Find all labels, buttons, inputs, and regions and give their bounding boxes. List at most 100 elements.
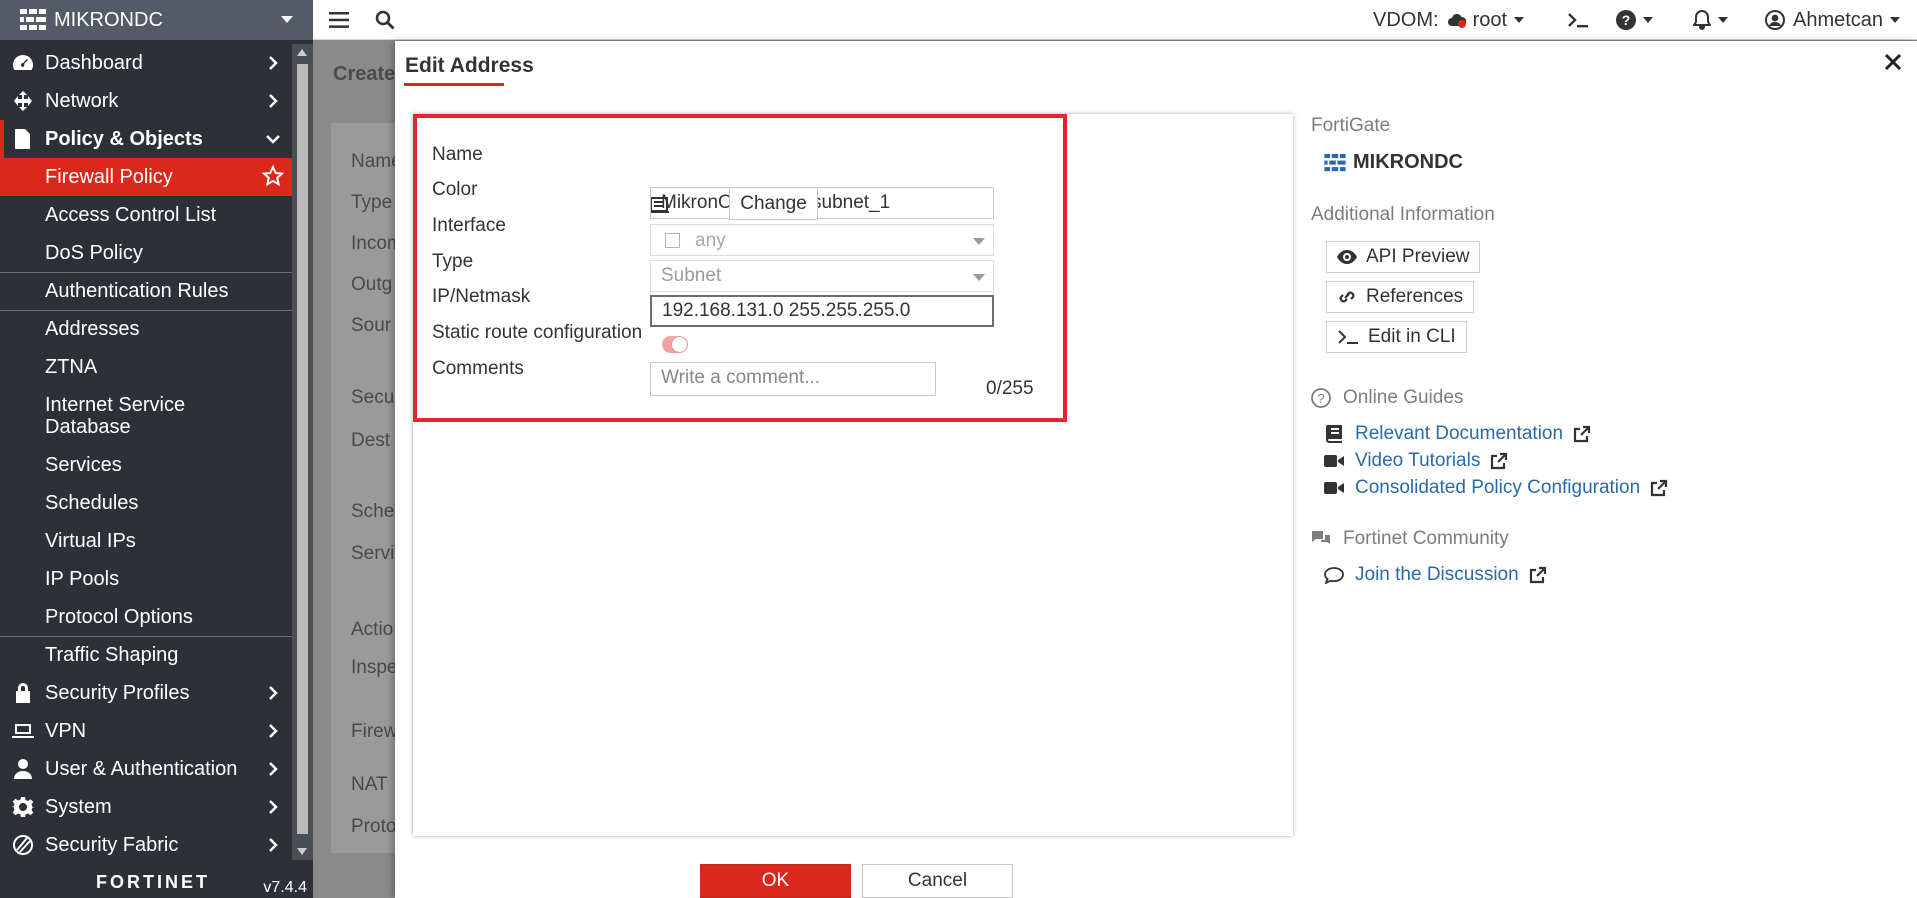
ipmask-input[interactable] [650, 295, 994, 327]
background-policy-page: Create Name Type Incom Outg Sour Secu De… [313, 41, 395, 898]
nav-authentication-rules[interactable]: Authentication Rules [0, 272, 292, 310]
nav-firewall-policy[interactable]: Firewall Policy [0, 158, 292, 196]
nav-policy-objects[interactable]: Policy & Objects [0, 120, 292, 158]
title-underline [404, 83, 504, 86]
nav-traffic-shaping[interactable]: Traffic Shaping [0, 636, 292, 674]
chevron-right-icon [269, 762, 278, 776]
nav-label: Protocol Options [45, 605, 193, 628]
chevron-right-icon [269, 838, 278, 852]
background-label: Incom [351, 233, 395, 254]
nav-schedules[interactable]: Schedules [0, 484, 292, 522]
nav-protocol-options[interactable]: Protocol Options [0, 598, 292, 636]
nav-security-profiles[interactable]: Security Profiles [0, 674, 292, 712]
nav-label: Virtual IPs [45, 529, 136, 552]
nav-services[interactable]: Services [0, 446, 292, 484]
nav-addresses[interactable]: Addresses [0, 310, 292, 348]
name-input[interactable] [650, 187, 994, 219]
chevron-right-icon [269, 800, 278, 814]
nav-access-control-list[interactable]: Access Control List [0, 196, 292, 234]
nav-ztna[interactable]: ZTNA [0, 348, 292, 386]
chevron-down-icon [266, 135, 280, 144]
search-icon [375, 10, 395, 30]
type-value: Subnet [661, 265, 722, 286]
external-link-icon [1529, 566, 1546, 584]
join-discussion-link[interactable]: Join the Discussion [1324, 564, 1547, 586]
notifications-button[interactable] [1693, 0, 1728, 40]
comments-textarea[interactable] [650, 362, 936, 396]
scrollbar-thumb[interactable] [297, 64, 308, 834]
vdom-selector[interactable]: VDOM: root [1373, 0, 1525, 40]
edit-in-cli-button[interactable]: Edit in CLI [1326, 321, 1467, 353]
dashboard-icon [13, 55, 33, 70]
device-name: MIKRONDC [54, 8, 163, 31]
nav-dos-policy[interactable]: DoS Policy [0, 234, 292, 272]
chevron-down-icon [1718, 17, 1728, 23]
edit-address-panel: Edit Address Name Color Change Interface… [395, 41, 1917, 898]
background-page-title: Create [333, 63, 396, 85]
video-tutorials-link[interactable]: Video Tutorials [1324, 450, 1508, 472]
consolidated-policy-link[interactable]: Consolidated Policy Configuration [1324, 477, 1668, 499]
nav-label: Traffic Shaping [45, 644, 179, 666]
nav-virtual-ips[interactable]: Virtual IPs [0, 522, 292, 560]
close-panel-button[interactable] [1882, 51, 1904, 73]
nav-dashboard[interactable]: Dashboard [0, 44, 292, 82]
link-icon [1339, 291, 1355, 303]
background-label: Sche [351, 501, 395, 522]
external-link-icon [1573, 425, 1591, 443]
background-label: Name [351, 151, 395, 172]
background-label: Servi [351, 543, 395, 564]
sidebar-scrollbar[interactable] [292, 44, 313, 860]
search-button[interactable] [375, 0, 395, 40]
policy-document-icon [15, 129, 30, 149]
ok-button[interactable]: OK [700, 864, 851, 898]
static-route-toggle[interactable] [662, 336, 688, 353]
chevron-down-icon [973, 238, 985, 245]
laptop-icon [12, 724, 34, 738]
nav-label: Security Profiles [45, 681, 190, 704]
firmware-version: v7.4.4 [263, 879, 307, 896]
scroll-up-arrow-icon[interactable] [297, 49, 307, 56]
help-menu-button[interactable]: ? [1616, 0, 1653, 40]
type-label: Type [432, 251, 474, 272]
sidebar-footer: FORTINET v7.4.4 [0, 862, 313, 898]
nav-system[interactable]: System [0, 788, 292, 826]
vdom-value: root [1472, 8, 1508, 31]
change-color-button[interactable]: Change [729, 187, 818, 220]
cancel-button[interactable]: Cancel [862, 864, 1013, 898]
hamburger-menu-icon [329, 12, 349, 28]
background-label: Sour [351, 315, 392, 336]
comments-char-count: 0/255 [986, 378, 1034, 399]
api-preview-label: API Preview [1366, 246, 1470, 267]
user-menu-button[interactable]: Ahmetcan [1765, 0, 1901, 40]
nav-user-authentication[interactable]: User & Authentication [0, 750, 292, 788]
community-label: Fortinet Community [1343, 528, 1509, 549]
nav-network[interactable]: Network [0, 82, 292, 120]
comments-label: Comments [432, 358, 524, 379]
nav-label: Network [45, 89, 119, 112]
background-label: Inspe [351, 657, 395, 678]
references-button[interactable]: References [1326, 281, 1475, 313]
cli-console-button[interactable] [1567, 0, 1589, 40]
nav-label: Addresses [45, 318, 140, 340]
scroll-down-arrow-icon[interactable] [297, 848, 307, 855]
api-preview-button[interactable]: API Preview [1326, 241, 1481, 273]
chevron-right-icon [269, 686, 278, 700]
nav-label: IP Pools [45, 567, 120, 590]
edit-in-cli-label: Edit in CLI [1368, 326, 1456, 347]
interface-label: Interface [432, 215, 506, 236]
interface-dropdown[interactable]: any [650, 224, 994, 256]
fortigate-heading: FortiGate [1311, 115, 1391, 136]
star-icon[interactable] [262, 165, 284, 187]
relevant-documentation-link[interactable]: Relevant Documentation [1324, 423, 1591, 445]
menu-toggle-button[interactable] [329, 0, 349, 40]
nav-security-fabric[interactable]: Security Fabric [0, 826, 292, 860]
device-selector[interactable]: MIKRONDC [0, 0, 313, 40]
svg-text:?: ? [1622, 12, 1631, 28]
chevron-down-icon [1514, 17, 1525, 23]
vdom-label: VDOM: [1373, 8, 1439, 31]
user-name: Ahmetcan [1793, 8, 1884, 31]
nav-vpn[interactable]: VPN [0, 712, 292, 750]
nav-internet-service-database[interactable]: Internet Service Database [0, 386, 292, 446]
nav-ip-pools[interactable]: IP Pools [0, 560, 292, 598]
type-dropdown[interactable]: Subnet [650, 260, 994, 292]
